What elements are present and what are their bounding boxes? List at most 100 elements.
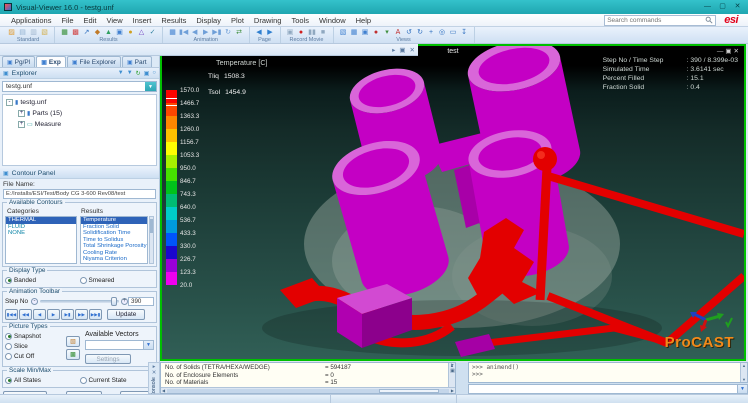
rotate-left-icon[interactable]: ↺ xyxy=(405,28,414,36)
radio-option[interactable]: Snapshot xyxy=(5,331,59,341)
file-name-field[interactable]: E:/Installs/ESI/Test/Body CG 3-600 Rev08… xyxy=(3,189,156,199)
stop-icon[interactable]: ■ xyxy=(319,29,328,36)
play-icon[interactable]: ▶ xyxy=(201,28,210,36)
vector-plot-icon[interactable]: ↗ xyxy=(82,28,91,36)
menu-item[interactable]: View xyxy=(101,16,127,25)
menu-item[interactable]: Insert xyxy=(128,16,157,25)
iso-view-icon[interactable]: ▧ xyxy=(339,28,348,36)
slider-thumb[interactable] xyxy=(111,297,117,306)
slice-tool-icon[interactable]: ▧ xyxy=(66,336,80,347)
first-frame-icon[interactable]: ▮◀ xyxy=(179,28,188,36)
expand-icon[interactable]: + xyxy=(18,121,25,128)
front-view-icon[interactable]: ▣ xyxy=(361,28,370,36)
panel-tab[interactable]: ▣Pg/Pl xyxy=(2,56,35,67)
copy-icon[interactable]: ▥ xyxy=(29,28,38,36)
console-hscrollbar[interactable]: ◀▶ xyxy=(161,387,455,393)
layers-icon[interactable]: ▣ xyxy=(144,70,150,77)
next-page-icon[interactable]: ▶ xyxy=(266,28,275,36)
menu-item[interactable]: Tools xyxy=(286,16,314,25)
step-decrement-button[interactable]: - xyxy=(31,298,38,305)
command-vscrollbar[interactable]: ▲▼ xyxy=(740,363,747,382)
maximize-button[interactable]: ▢ xyxy=(716,2,729,12)
message-console[interactable]: No. of Solids (TETRA/HEXA/WEDGE)594187No… xyxy=(160,362,456,394)
fast-back-button[interactable]: ◀◀ xyxy=(19,309,32,320)
chevron-down-icon[interactable]: ▼ xyxy=(737,385,747,393)
results-folder-icon[interactable]: ▣ xyxy=(115,28,124,36)
anchor-icon[interactable]: ↧ xyxy=(460,28,469,36)
menu-item[interactable]: Plot xyxy=(226,16,249,25)
panel-tab[interactable]: ▣File Explorer xyxy=(67,56,121,67)
pan-icon[interactable]: + xyxy=(427,29,436,36)
collapse-icon[interactable]: - xyxy=(6,99,13,106)
chart-icon[interactable]: ▲ xyxy=(104,29,113,36)
globe-icon[interactable]: ● xyxy=(372,29,381,36)
chevron-down-icon[interactable]: ▼ xyxy=(145,82,156,91)
dock-pin-icon[interactable]: ▸ xyxy=(392,46,395,54)
prev-frame-icon[interactable]: ◀ xyxy=(190,28,199,36)
step-forward-button[interactable]: ▶▮ xyxy=(61,309,74,320)
dock-float-icon[interactable]: ▣ xyxy=(399,46,405,54)
update-button[interactable]: Update xyxy=(107,309,145,320)
menu-item[interactable]: Applications xyxy=(6,16,56,25)
menu-item[interactable]: Results xyxy=(156,16,191,25)
step-slider[interactable] xyxy=(40,300,119,303)
menu-item[interactable]: Window xyxy=(314,16,351,25)
cutoff-tool-icon[interactable]: ▩ xyxy=(66,349,80,360)
export-animation-icon[interactable]: ⇄ xyxy=(235,28,244,36)
load-results-icon[interactable]: ▦ xyxy=(60,28,69,36)
prev-page-icon[interactable]: ◀ xyxy=(255,28,264,36)
probe-icon[interactable]: ● xyxy=(126,29,135,36)
result-item[interactable]: Temperature at Fill Time xyxy=(81,263,147,265)
search-input[interactable] xyxy=(607,17,705,24)
category-item[interactable]: NONE xyxy=(6,230,76,237)
record-icon[interactable]: ● xyxy=(297,29,306,36)
menu-item[interactable]: Edit xyxy=(79,16,102,25)
radio-option[interactable]: Smeared xyxy=(80,277,151,284)
refresh-icon[interactable]: ↻ xyxy=(136,70,141,77)
axis-triad-icon[interactable]: ▾ xyxy=(383,28,392,36)
results-scrollbar[interactable] xyxy=(149,216,154,264)
close-icon[interactable]: ✕ xyxy=(152,370,157,376)
sort-dropdown-icon[interactable]: ▼ xyxy=(127,70,133,76)
zoom-icon[interactable]: ◎ xyxy=(438,28,447,36)
vectors-combo[interactable]: ▼ xyxy=(85,340,154,350)
radio-option[interactable]: Cut Off xyxy=(5,351,59,361)
menu-item[interactable]: Drawing xyxy=(249,16,287,25)
step-increment-button[interactable]: + xyxy=(121,298,128,305)
animate-icon[interactable]: ▦ xyxy=(168,28,177,36)
next-frame-icon[interactable]: ▶▮ xyxy=(212,28,221,36)
pause-icon[interactable]: ▮▮ xyxy=(308,28,317,36)
panel-tab[interactable]: ▣Part xyxy=(122,56,152,67)
model-combo[interactable]: testg.unf ▼ xyxy=(2,81,157,92)
tree-item-parts[interactable]: + ▮ Parts (15) xyxy=(18,108,156,119)
chevron-down-icon[interactable]: ▼ xyxy=(143,341,153,349)
panel-tab[interactable]: ▣Exp xyxy=(36,56,66,67)
settings-button[interactable]: Settings xyxy=(85,354,131,364)
play-button[interactable]: ▶ xyxy=(47,309,60,320)
step-value-input[interactable] xyxy=(128,297,154,306)
history-icon[interactable]: ▣ xyxy=(450,368,455,374)
camera-icon[interactable]: ▣ xyxy=(286,28,295,36)
tree-item-root[interactable]: - ▮ testg.unf xyxy=(6,97,156,108)
first-step-button[interactable]: ▮◀◀ xyxy=(5,309,18,320)
options-icon[interactable]: ○ xyxy=(152,70,156,76)
viewport[interactable]: test Temperature [C] —▣✕ 1570.01466.7136… xyxy=(160,44,746,361)
viewport-window-buttons[interactable]: —▣✕ xyxy=(717,47,741,55)
tree-item-measure[interactable]: + ▭ Measure xyxy=(18,119,156,130)
last-step-button[interactable]: ▶▶▮ xyxy=(89,309,102,320)
menu-item[interactable]: Help xyxy=(351,16,376,25)
top-view-icon[interactable]: ▦ xyxy=(350,28,359,36)
filter-dropdown-icon[interactable]: ▼ xyxy=(118,70,124,76)
result-item[interactable]: Total Shrinkage Porosity xyxy=(81,243,147,250)
filter-icon[interactable]: ✓ xyxy=(148,28,157,36)
radio-option[interactable]: Slice xyxy=(5,341,59,351)
export-icon[interactable]: ▧ xyxy=(40,28,49,36)
cut-plane-icon[interactable]: ◆ xyxy=(93,28,102,36)
radio-option[interactable]: Banded xyxy=(5,277,76,284)
command-output[interactable]: >>> animend()>>> ▲▼ xyxy=(468,362,748,383)
dock-close-icon[interactable]: ✕ xyxy=(410,46,415,54)
command-input[interactable]: ▼ xyxy=(468,384,748,394)
rotate-right-icon[interactable]: ↻ xyxy=(416,28,425,36)
xy-plot-icon[interactable]: △ xyxy=(137,28,146,36)
radio-option[interactable]: All States xyxy=(5,377,76,384)
